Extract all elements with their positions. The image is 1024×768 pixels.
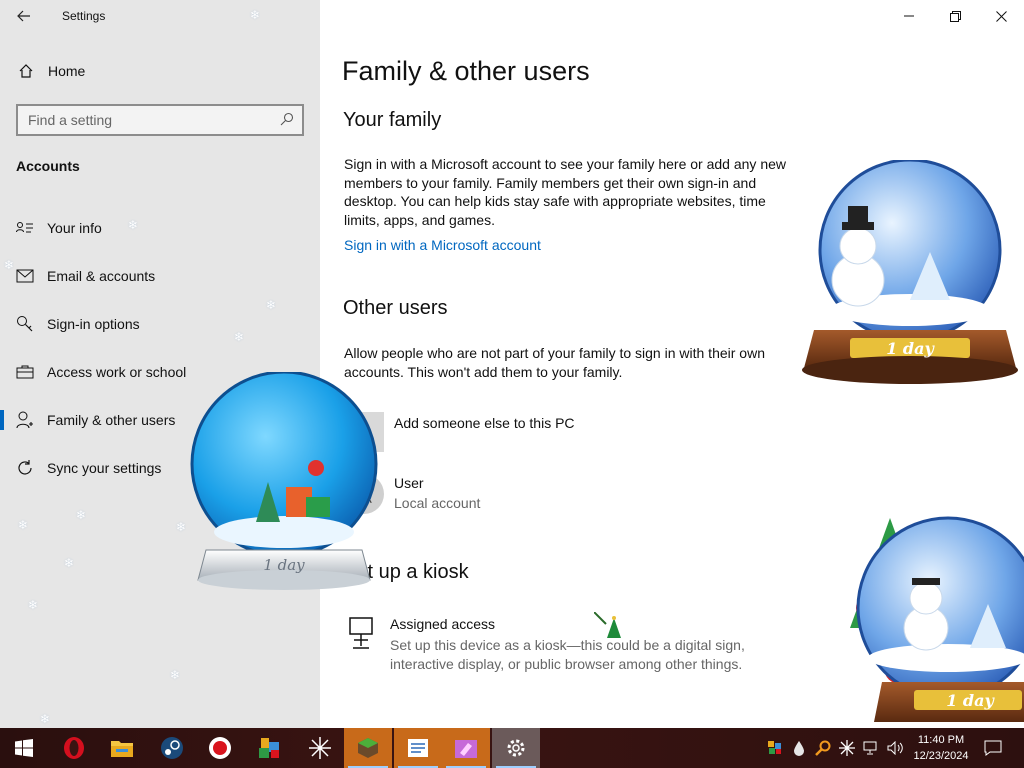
clock-date: 12/23/2024: [913, 750, 969, 762]
globe-label: 1 day: [946, 691, 995, 710]
user-name[interactable]: User: [394, 475, 424, 491]
back-button[interactable]: [10, 4, 38, 28]
snowflake-decoration: ❄: [76, 508, 87, 522]
search-box[interactable]: [16, 104, 304, 136]
sidebar-item-your-info[interactable]: Your info: [0, 204, 320, 252]
sidebar-item-label: Family & other users: [47, 412, 176, 428]
notification-icon: [984, 740, 1002, 756]
snowflake-decoration: ❄: [40, 712, 51, 726]
taskbar-settings[interactable]: [492, 728, 540, 768]
taskbar: 11:40 PM 12/23/2024: [0, 728, 1024, 768]
snowflake-icon: [839, 740, 855, 756]
tree-cursor-decoration: [594, 612, 621, 638]
magnifier-icon: [815, 740, 831, 756]
mail-icon: [16, 267, 34, 285]
key-icon: [16, 315, 34, 333]
globe-label: 1 day: [263, 556, 305, 574]
snowflake-decoration: ❄: [64, 556, 75, 570]
app-title: Settings: [62, 9, 106, 23]
add-someone-label[interactable]: Add someone else to this PC: [394, 415, 575, 431]
taskbar-notes[interactable]: [394, 728, 442, 768]
snowflake-decoration: ❄: [266, 298, 277, 312]
assigned-access-description: Set up this device as a kiosk—this could…: [390, 637, 745, 672]
windows-start-icon: [15, 739, 33, 757]
file-explorer-icon: [111, 741, 133, 757]
snowflake-decoration: ❄: [250, 8, 261, 22]
home-nav-item[interactable]: Home: [16, 61, 85, 81]
taskbar-paint[interactable]: [442, 728, 490, 768]
section-title: Accounts: [16, 158, 80, 174]
search-icon[interactable]: [280, 112, 294, 126]
search-input[interactable]: [28, 112, 268, 128]
page-title: Family & other users: [342, 56, 590, 86]
notifications-button[interactable]: [978, 728, 1008, 768]
snowflake-decoration: ❄: [234, 330, 245, 344]
taskbar-opera[interactable]: [50, 728, 98, 768]
tray-app-icon[interactable]: [764, 728, 786, 768]
other-users-heading: Other users: [343, 297, 448, 319]
record-icon: [209, 737, 231, 759]
sidebar-item-email-accounts[interactable]: Email & accounts: [0, 252, 320, 300]
home-label: Home: [48, 63, 86, 79]
sync-icon: [16, 459, 34, 477]
settings-sidebar: Settings Home Accounts Your info Email &…: [0, 0, 320, 728]
snow-globe-gifts-decoration: 1 day: [190, 372, 378, 590]
snow-globe-snowman-decoration: 1 day: [802, 160, 1018, 384]
taskbar-snowflake-app[interactable]: [296, 728, 344, 768]
tray-volume-icon[interactable]: [884, 728, 906, 768]
taskbar-steam[interactable]: [148, 728, 196, 768]
assigned-access-title[interactable]: Assigned access: [390, 616, 495, 632]
tray-network-icon[interactable]: [860, 728, 882, 768]
game-icon: [259, 738, 279, 758]
taskbar-minecraft[interactable]: [344, 728, 392, 768]
tray-game-icon: [768, 741, 781, 754]
notes-icon: [408, 739, 428, 757]
snowflake-decoration: ❄: [28, 598, 39, 612]
sidebar-item-label: Sign-in options: [47, 316, 140, 332]
sidebar-item-label: Access work or school: [47, 364, 187, 380]
paint-icon: [455, 740, 477, 758]
tray-drop-icon[interactable]: [788, 728, 810, 768]
family-icon: [16, 411, 34, 429]
home-icon: [16, 61, 36, 81]
taskbar-file-explorer[interactable]: [98, 728, 146, 768]
back-arrow-icon: [17, 10, 30, 22]
taskbar-game[interactable]: [246, 728, 294, 768]
sidebar-item-label: Email & accounts: [47, 268, 156, 284]
volume-icon: [887, 741, 903, 755]
network-icon: [863, 741, 877, 755]
snowflake-decoration: ❄: [18, 518, 29, 532]
sign-in-microsoft-link[interactable]: Sign in with a Microsoft account: [344, 237, 541, 253]
user-account-type: Local account: [394, 495, 481, 511]
water-drop-icon: [794, 741, 804, 756]
sidebar-item-label: Sync your settings: [47, 460, 162, 476]
contact-card-icon: [16, 219, 34, 237]
globe-label: 1 day: [886, 339, 935, 358]
snowflake-decoration: ❄: [128, 218, 139, 232]
snowflake-decoration: ❄: [176, 520, 187, 534]
sidebar-item-label: Your info: [47, 220, 102, 236]
snow-globe-tree-decoration: 1 day: [850, 516, 1024, 722]
kiosk-icon: [348, 616, 376, 657]
opera-icon: [64, 737, 84, 759]
steam-icon: [161, 737, 183, 759]
briefcase-icon: [16, 363, 34, 381]
taskbar-clock[interactable]: 11:40 PM 12/23/2024: [906, 732, 976, 764]
start-button[interactable]: [0, 728, 48, 768]
snowflake-decoration: ❄: [4, 258, 15, 272]
snowflake-app-icon: [309, 737, 331, 759]
settings-gear-icon: [507, 739, 525, 757]
minecraft-icon: [358, 738, 378, 758]
other-users-description: Allow people who are not part of your fa…: [344, 345, 765, 380]
taskbar-record[interactable]: [196, 728, 244, 768]
clock-time: 11:40 PM: [917, 734, 965, 746]
tray-snowflake-icon[interactable]: [836, 728, 858, 768]
tray-search-tool-icon[interactable]: [812, 728, 834, 768]
your-family-description: Sign in with a Microsoft account to see …: [344, 156, 786, 228]
your-family-heading: Your family: [343, 109, 442, 131]
snowflake-decoration: ❄: [170, 668, 181, 682]
